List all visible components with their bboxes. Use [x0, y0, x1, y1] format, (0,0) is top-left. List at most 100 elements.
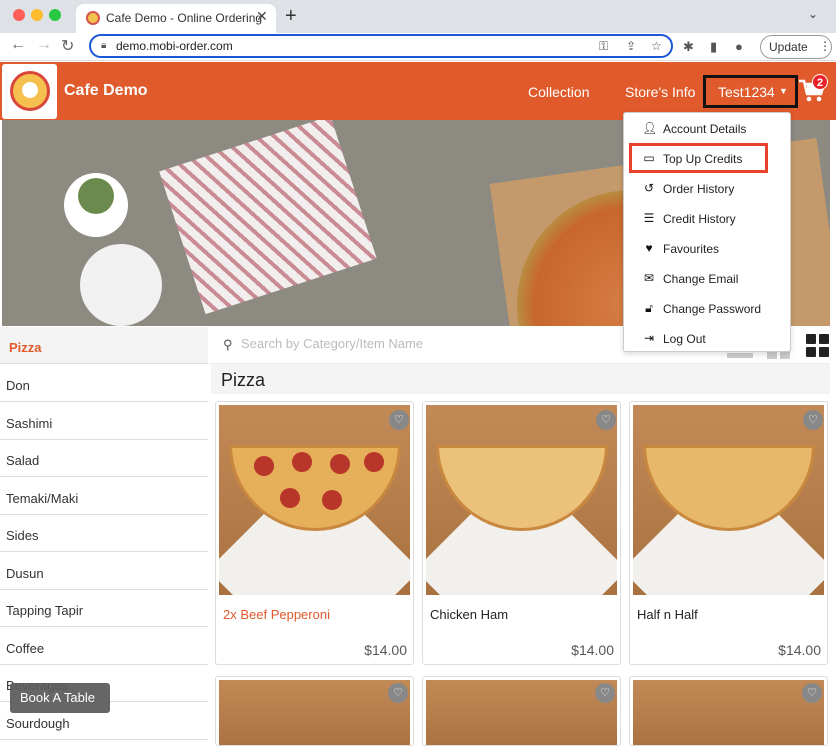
chevron-down-icon: ▼: [779, 86, 788, 96]
history-icon: ↺: [643, 181, 655, 195]
menu-item-log-out[interactable]: ⇥ Log Out: [624, 323, 790, 353]
menu-item-label: Change Password: [663, 302, 762, 316]
omnibox[interactable]: 🔒︎ demo.mobi-order.com ⚿ ⇪ ☆: [89, 34, 673, 58]
menu-item-change-email[interactable]: ✉ Change Email: [624, 263, 790, 293]
product-card[interactable]: ♡: [422, 676, 621, 746]
grid-view-icon[interactable]: [806, 334, 830, 358]
pizza-slice-image: [436, 445, 608, 531]
category-sashimi[interactable]: Sashimi: [0, 403, 208, 440]
browser-tab-strip: Cafe Demo - Online Ordering ✕ + ⌄: [0, 0, 836, 33]
product-price: $14.00: [778, 642, 821, 658]
section-title: Pizza: [211, 364, 830, 394]
product-price: $14.00: [364, 642, 407, 658]
share-icon[interactable]: ⇪: [626, 39, 636, 53]
new-tab-icon[interactable]: +: [285, 5, 297, 28]
reload-icon[interactable]: ↻: [61, 36, 74, 56]
favicon-icon: [86, 11, 100, 25]
product-name: 2x Beef Pepperoni: [223, 607, 330, 622]
succulent-image: [78, 178, 114, 214]
product-card[interactable]: ♡: [629, 676, 828, 746]
brand-name[interactable]: Cafe Demo: [64, 82, 148, 100]
sidebar-icon[interactable]: ▮: [710, 39, 717, 55]
profile-icon[interactable]: ●: [735, 39, 743, 54]
product-card[interactable]: ♡ Chicken Ham $14.00: [422, 401, 621, 665]
towel-image: [159, 120, 377, 315]
menu-item-credit-history[interactable]: ☰ Credit History: [624, 203, 790, 233]
favourite-heart-icon[interactable]: ♡: [803, 410, 823, 430]
pizza-slice-image: [229, 445, 401, 531]
maximize-window-button[interactable]: [49, 9, 61, 21]
product-card[interactable]: ♡: [215, 676, 414, 746]
update-button[interactable]: Update ⋮: [760, 35, 832, 59]
heart-icon: ♥: [645, 241, 653, 255]
extensions-icon[interactable]: ✱: [683, 39, 694, 55]
minimize-window-button[interactable]: [31, 9, 43, 21]
user-icon: 👤︎: [642, 121, 658, 135]
product-image: [219, 680, 410, 745]
menu-item-label: Account Details: [663, 122, 747, 136]
favourite-heart-icon[interactable]: ♡: [388, 683, 408, 703]
favourite-heart-icon[interactable]: ♡: [802, 683, 822, 703]
category-sidebar: Pizza Don Sashimi Salad Temaki/Maki Side…: [0, 327, 208, 741]
list-icon: ☰: [643, 211, 655, 225]
favourite-heart-icon[interactable]: ♡: [389, 410, 409, 430]
cart-count-badge: 2: [812, 74, 828, 90]
tab-title: Cafe Demo - Online Ordering: [106, 11, 263, 25]
product-card[interactable]: ♡ Half n Half $14.00: [629, 401, 828, 665]
close-window-button[interactable]: [13, 9, 25, 21]
product-image: ♡: [633, 405, 824, 595]
product-price: $14.00: [571, 642, 614, 658]
product-name: Half n Half: [637, 607, 698, 622]
envelope-icon: ✉: [643, 271, 655, 285]
key-icon[interactable]: ⚿: [599, 39, 608, 54]
category-temaki-maki[interactable]: Temaki/Maki: [0, 478, 208, 515]
category-dusun[interactable]: Dusun: [0, 553, 208, 590]
favourite-heart-icon[interactable]: ♡: [595, 683, 615, 703]
product-name: Chicken Ham: [430, 607, 509, 622]
bowl-image: [80, 244, 162, 326]
product-image: [633, 680, 824, 745]
category-salad[interactable]: Salad: [0, 440, 208, 477]
top-up-credits-highlight-box: [629, 143, 768, 173]
menu-item-order-history[interactable]: ↺ Order History: [624, 173, 790, 203]
forward-icon[interactable]: →: [36, 36, 52, 54]
menu-item-label: Order History: [663, 182, 735, 196]
close-tab-icon[interactable]: ✕: [256, 8, 268, 25]
category-sides[interactable]: Sides: [0, 515, 208, 552]
category-tapping-tapir[interactable]: Tapping Tapir: [0, 590, 208, 627]
logo-plate-center: [22, 82, 38, 98]
nav-store-info[interactable]: Store's Info: [625, 84, 695, 100]
browser-tab[interactable]: Cafe Demo - Online Ordering ✕: [76, 4, 276, 33]
menu-item-favourites[interactable]: ♥ Favourites: [624, 233, 790, 263]
update-label: Update: [769, 40, 808, 54]
product-image: ♡: [219, 405, 410, 595]
category-coffee[interactable]: Coffee: [0, 628, 208, 665]
category-don[interactable]: Don: [0, 365, 208, 402]
logout-icon: ⇥: [643, 331, 655, 345]
pizza-slice-image: [643, 445, 815, 531]
category-pizza[interactable]: Pizza: [0, 327, 208, 364]
search-input[interactable]: [241, 336, 601, 351]
menu-item-label: Log Out: [663, 332, 706, 346]
product-image: ♡: [426, 405, 617, 595]
menu-item-change-password[interactable]: 🔓︎ Change Password: [624, 293, 790, 323]
user-menu-button[interactable]: Test1234 ▼: [703, 75, 798, 108]
logo[interactable]: [2, 64, 57, 119]
address-bar-row: ← → ↻ 🔒︎ demo.mobi-order.com ⚿ ⇪ ☆ ✱ ▮ ●…: [0, 33, 836, 61]
tab-search-icon[interactable]: ⌄: [808, 7, 818, 21]
back-icon[interactable]: ←: [10, 36, 26, 54]
nav-collection[interactable]: Collection: [528, 84, 589, 100]
menu-item-label: Change Email: [663, 272, 739, 286]
menu-item-label: Favourites: [663, 242, 720, 256]
book-table-button[interactable]: Book A Table: [10, 683, 110, 713]
menu-item-account-details[interactable]: 👤︎ Account Details: [624, 113, 790, 143]
menu-item-label: Credit History: [663, 212, 736, 226]
user-name: Test1234: [718, 84, 775, 100]
search-icon: ⚲: [223, 337, 233, 352]
more-icon: ⋮: [819, 39, 831, 53]
product-image: [426, 680, 617, 745]
favourite-heart-icon[interactable]: ♡: [596, 410, 616, 430]
bookmark-star-icon[interactable]: ☆: [651, 39, 662, 53]
lock-icon: 🔒︎: [101, 40, 107, 51]
product-card[interactable]: ♡ 2x Beef Pepperoni $14.00: [215, 401, 414, 665]
